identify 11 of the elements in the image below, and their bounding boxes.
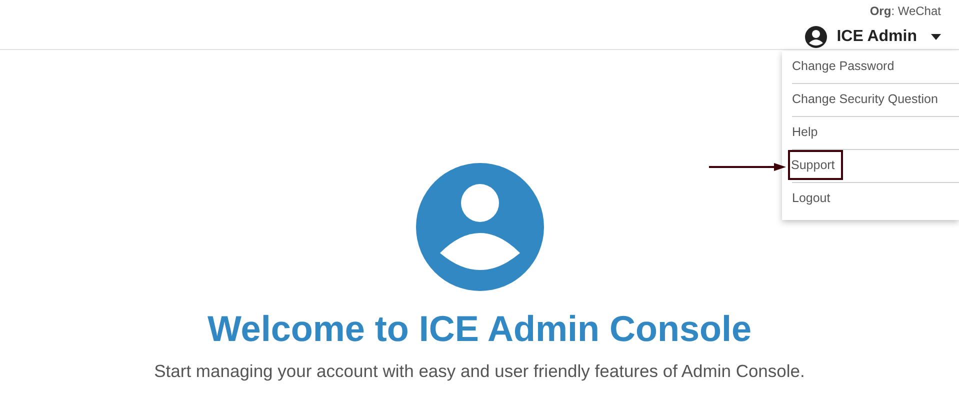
user-avatar-icon	[416, 163, 544, 291]
org-label: Org: WeChat	[870, 4, 941, 16]
menu-item[interactable]: Change Security Question	[792, 84, 959, 117]
menu-item[interactable]: Help	[792, 117, 959, 150]
user-icon	[804, 26, 827, 48]
user-menu-button[interactable]: ICE Admin	[804, 24, 941, 48]
welcome-title: Welcome to ICE Admin Console	[207, 307, 752, 350]
caret-icon	[931, 34, 941, 40]
menu-item[interactable]: Logout	[792, 183, 959, 216]
menu-item[interactable]: Change Password	[792, 51, 959, 84]
welcome-subtitle: Start managing your account with easy and user friendly features of Admin Console.	[154, 360, 805, 384]
